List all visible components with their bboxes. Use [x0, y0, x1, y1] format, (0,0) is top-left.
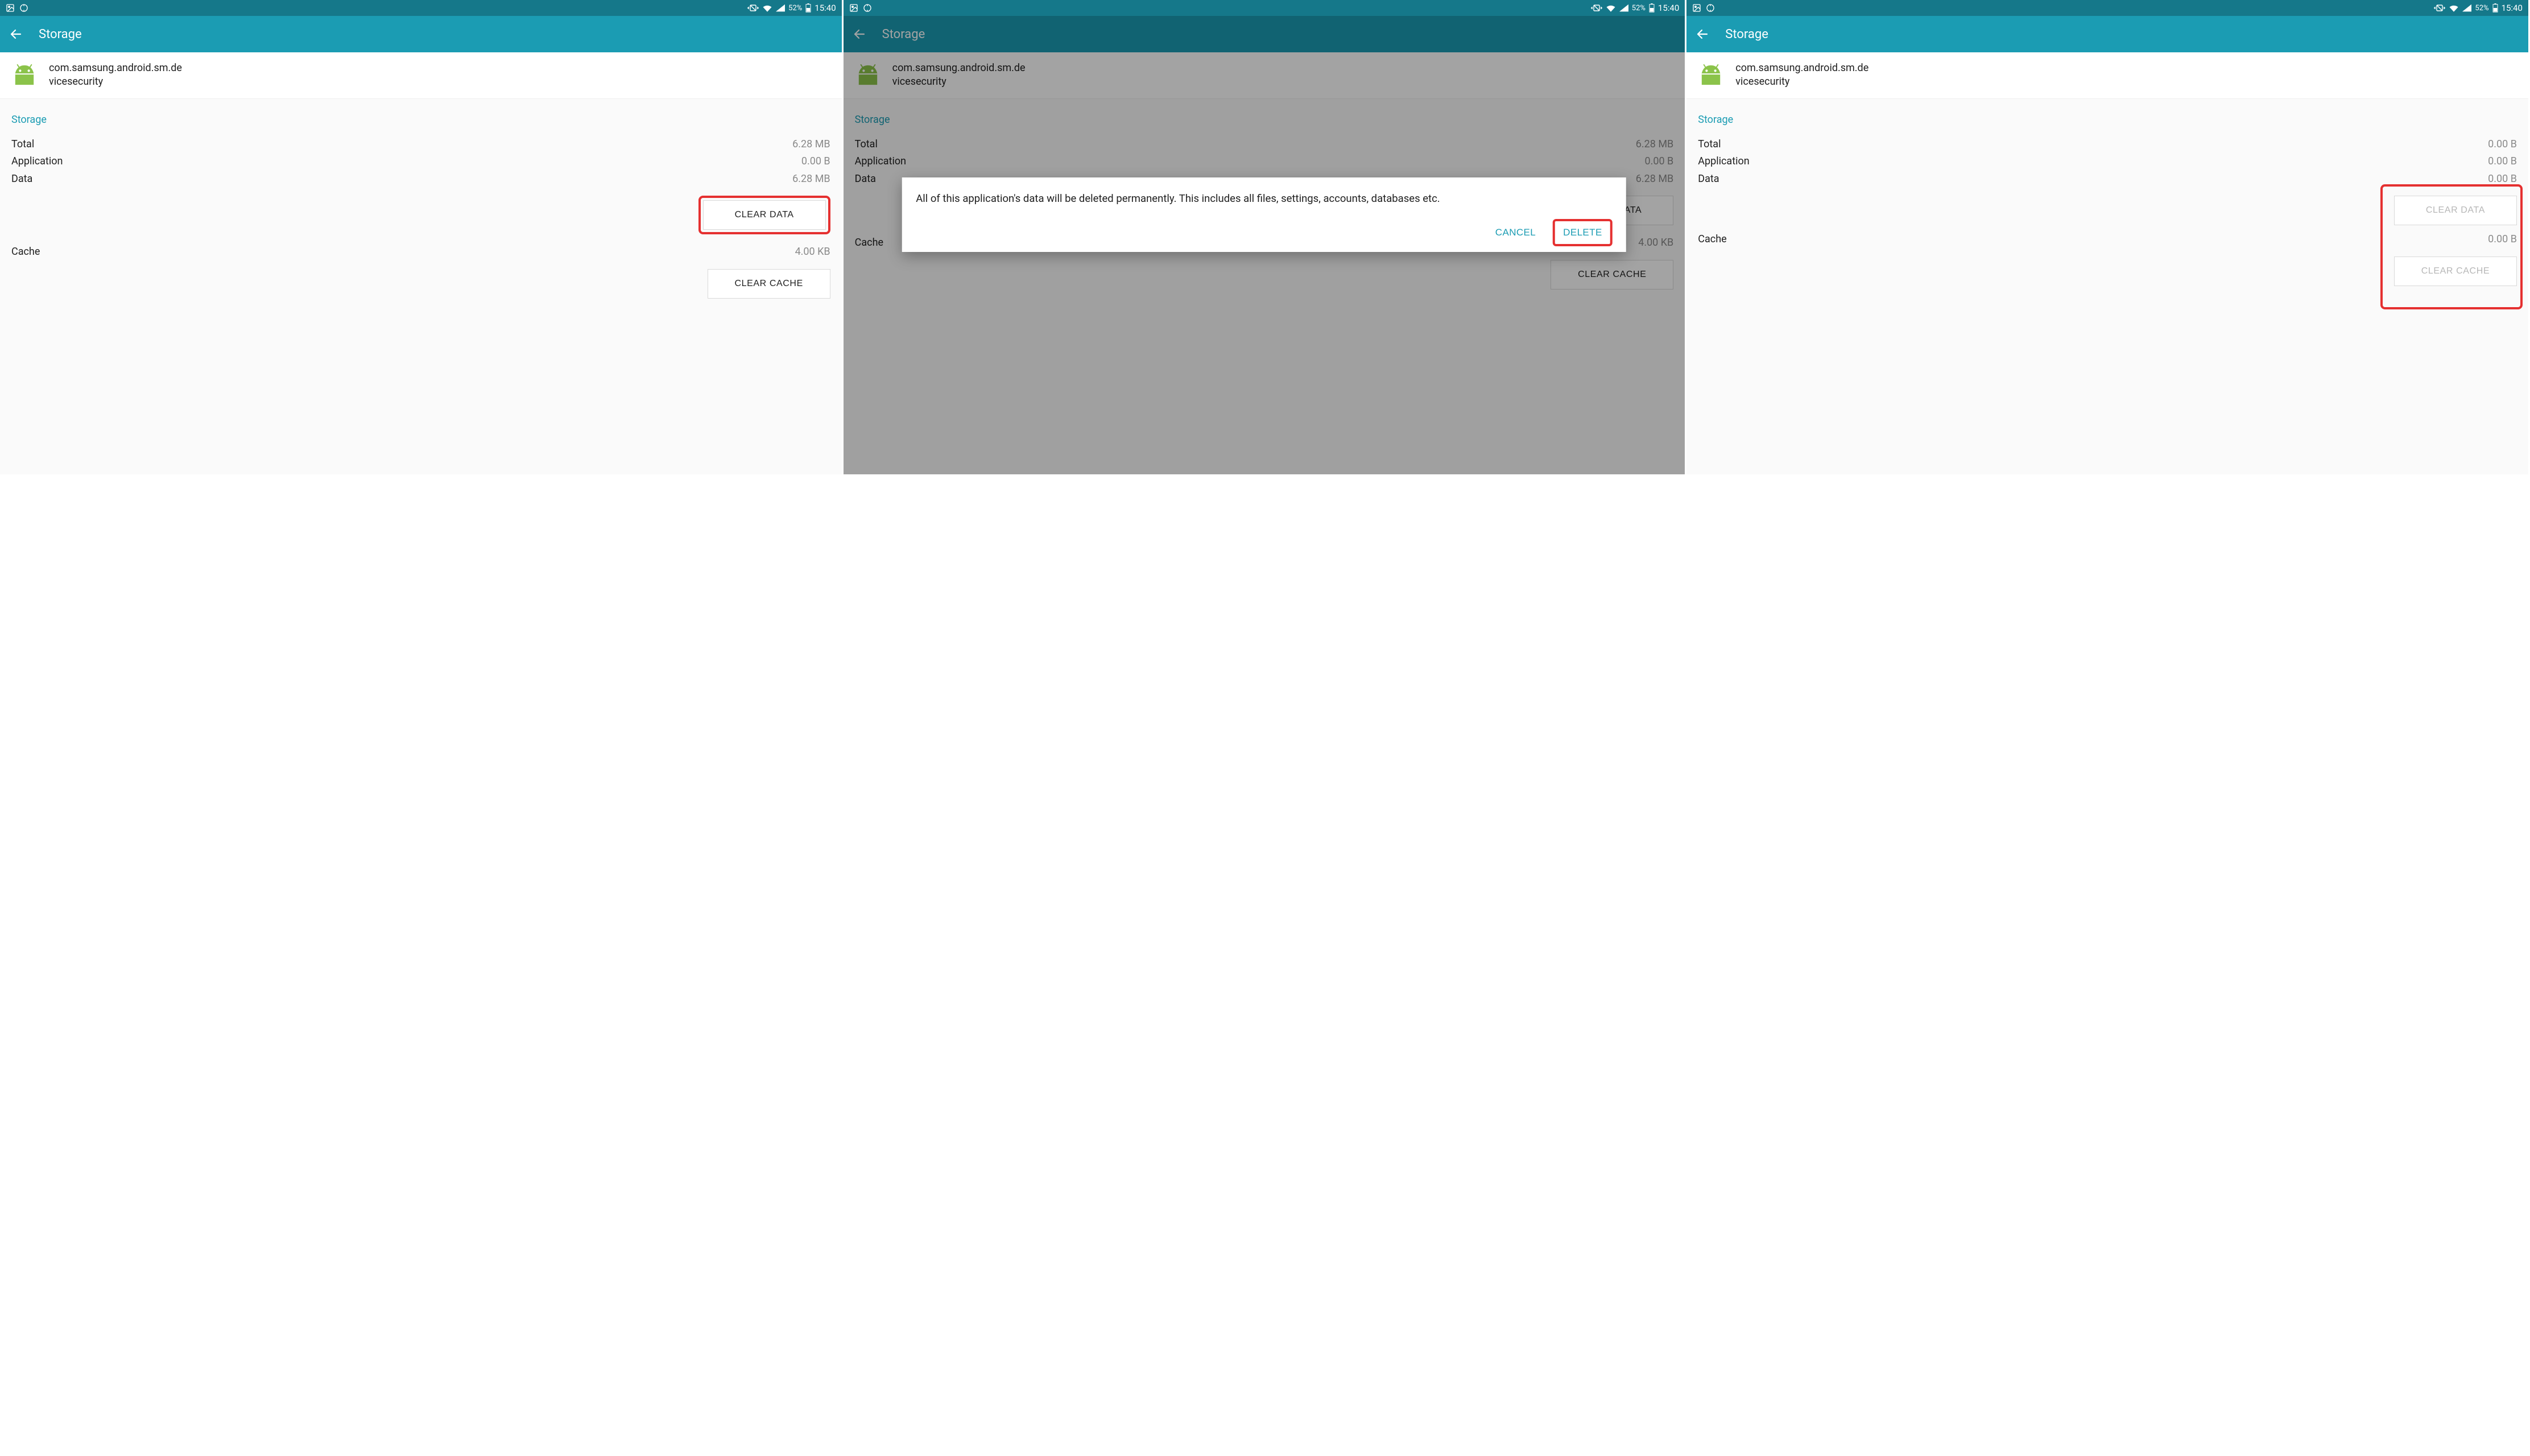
data-value: 0.00 B — [2488, 171, 2517, 188]
section-title: Storage — [1698, 114, 2517, 126]
image-icon — [1692, 3, 1701, 13]
section-title: Storage — [11, 114, 830, 126]
cache-row: Cache 0.00 B — [1698, 231, 2517, 249]
page-title: Storage — [1725, 27, 1768, 42]
status-time: 15:40 — [2502, 3, 2523, 13]
storage-section: Storage Total 6.28 MB Application 0.00 B… — [0, 99, 842, 299]
status-bar: 52% 15:40 — [844, 0, 1685, 16]
back-icon[interactable] — [9, 27, 23, 41]
application-value: 0.00 B — [2488, 153, 2517, 171]
vibrate-icon — [1591, 4, 1602, 12]
clear-data-button[interactable]: CLEAR DATA — [703, 200, 826, 230]
application-label: Application — [11, 153, 63, 171]
back-icon[interactable] — [1696, 27, 1709, 41]
data-label: Data — [11, 171, 32, 188]
battery-icon — [2492, 3, 2498, 13]
battery-percentage: 52% — [788, 4, 802, 13]
phone-screen-2: 52% 15:40 Storage com.samsung.android.sm… — [844, 0, 1687, 474]
status-bar: 52% 15:40 — [1686, 0, 2528, 16]
sync-icon — [863, 3, 872, 13]
status-time: 15:40 — [815, 3, 836, 13]
sync-icon — [19, 3, 28, 13]
action-bar: Storage — [1686, 16, 2528, 52]
phone-screen-3: 52% 15:40 Storage com.samsung.android.sm… — [1686, 0, 2530, 474]
android-icon — [11, 64, 38, 86]
signal-icon — [2462, 4, 2471, 12]
application-row: Application 0.00 B — [11, 153, 830, 171]
vibrate-icon — [747, 4, 759, 12]
total-row: Total 6.28 MB — [11, 136, 830, 154]
vibrate-icon — [2434, 4, 2445, 12]
battery-percentage: 52% — [2475, 4, 2488, 13]
status-bar: 52% 15:40 — [0, 0, 842, 16]
data-label: Data — [1698, 171, 1719, 188]
battery-icon — [1649, 3, 1655, 13]
total-label: Total — [11, 136, 34, 154]
application-label: Application — [1698, 153, 1749, 171]
total-value: 0.00 B — [2488, 136, 2517, 154]
cancel-button[interactable]: CANCEL — [1486, 220, 1545, 245]
battery-percentage: 52% — [1632, 4, 1646, 13]
image-icon — [849, 3, 858, 13]
signal-icon — [776, 4, 785, 12]
data-value: 6.28 MB — [792, 171, 830, 188]
signal-icon — [1619, 4, 1628, 12]
wifi-icon — [762, 4, 772, 12]
android-icon — [1698, 64, 1724, 86]
cache-row: Cache 4.00 KB — [11, 243, 830, 261]
status-time: 15:40 — [1658, 3, 1679, 13]
app-header: com.samsung.android.sm.de vicesecurity — [0, 52, 842, 99]
data-row: Data 6.28 MB — [11, 171, 830, 188]
app-header: com.samsung.android.sm.de vicesecurity — [1686, 52, 2528, 99]
sync-icon — [1706, 3, 1715, 13]
phone-screen-1: 52% 15:40 Storage com.samsung.android.sm… — [0, 0, 844, 474]
cache-value: 0.00 B — [2488, 231, 2517, 249]
total-row: Total 0.00 B — [1698, 136, 2517, 154]
wifi-icon — [2449, 4, 2459, 12]
delete-button[interactable]: DELETE — [1553, 219, 1613, 246]
page-title: Storage — [39, 27, 82, 42]
wifi-icon — [1606, 4, 1616, 12]
image-icon — [6, 3, 15, 13]
application-value: 0.00 B — [801, 153, 830, 171]
package-name: com.samsung.android.sm.de vicesecurity — [49, 61, 182, 89]
battery-icon — [805, 3, 811, 13]
confirm-dialog: All of this application's data will be d… — [902, 177, 1626, 252]
cache-label: Cache — [1698, 231, 1726, 249]
clear-cache-button: CLEAR CACHE — [2394, 257, 2517, 286]
package-name: com.samsung.android.sm.de vicesecurity — [1735, 61, 1868, 89]
highlight-clear-data: CLEAR DATA — [698, 196, 830, 234]
clear-data-button: CLEAR DATA — [2394, 196, 2517, 225]
total-label: Total — [1698, 136, 1721, 154]
storage-section: Storage Total 0.00 B Application 0.00 B … — [1686, 99, 2528, 286]
cache-value: 4.00 KB — [795, 243, 830, 261]
clear-cache-button[interactable]: CLEAR CACHE — [708, 269, 830, 299]
application-row: Application 0.00 B — [1698, 153, 2517, 171]
total-value: 6.28 MB — [792, 136, 830, 154]
action-bar: Storage — [0, 16, 842, 52]
data-row: Data 0.00 B — [1698, 171, 2517, 188]
cache-label: Cache — [11, 243, 40, 261]
dialog-message: All of this application's data will be d… — [916, 191, 1612, 206]
